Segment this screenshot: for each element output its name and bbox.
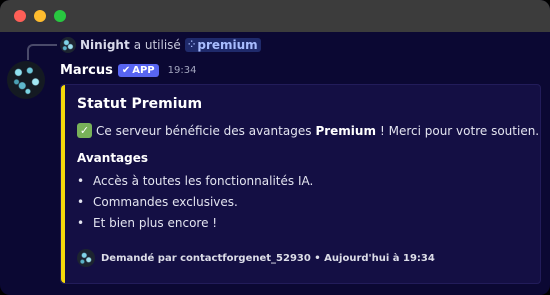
footer-text: Demandé par contactforgenet_52930 • Aujo… — [101, 252, 435, 264]
field-name: Avantages — [77, 151, 149, 165]
verified-check-icon: ✔ — [121, 64, 131, 76]
embed-footer: Demandé par contactforgenet_52930 • Aujo… — [77, 249, 435, 267]
author-avatar[interactable] — [7, 61, 45, 99]
embed-card: Statut Premium ✓ Ce serveur bénéficie de… — [60, 84, 541, 284]
description-prefix: Ce serveur bénéficie des avantages — [96, 123, 312, 138]
embed-description: ✓ Ce serveur bénéficie des avantages Pre… — [77, 123, 539, 138]
footer-avatar — [77, 249, 95, 267]
command-name: premium — [197, 38, 258, 52]
list-item: Et bien plus encore ! — [77, 213, 313, 234]
app-badge-label: APP — [132, 64, 155, 76]
slash-command-icon: ⁘ — [187, 40, 196, 50]
maximize-button[interactable] — [54, 10, 66, 22]
field-list: Accès à toutes les fonctionnalités IA. C… — [77, 171, 313, 234]
close-button[interactable] — [14, 10, 26, 22]
reply-connector — [27, 44, 57, 60]
description-suffix: ! Merci pour votre soutien. — [379, 123, 540, 138]
description-bold: Premium — [315, 123, 376, 138]
embed-title: Statut Premium — [77, 96, 203, 112]
message-header: Marcus ✔ APP 19:34 — [60, 62, 196, 78]
message-timestamp[interactable]: 19:34 — [168, 65, 197, 76]
minimize-button[interactable] — [34, 10, 46, 22]
embed-accent-bar — [61, 85, 65, 283]
command-mention[interactable]: ⁘ premium — [184, 38, 261, 52]
reply-action: a utilisé — [133, 38, 181, 52]
command-reply-context[interactable]: Ninight a utilisé ⁘ premium — [60, 37, 261, 53]
title-bar — [0, 0, 550, 32]
reply-avatar[interactable] — [60, 37, 76, 53]
reply-username[interactable]: Ninight — [80, 38, 130, 52]
app-window: Ninight a utilisé ⁘ premium Marcus ✔ APP… — [0, 0, 550, 295]
author-name[interactable]: Marcus — [60, 63, 113, 78]
app-badge: ✔ APP — [117, 63, 159, 77]
check-mark-icon: ✓ — [77, 123, 92, 138]
list-item: Commandes exclusives. — [77, 192, 313, 213]
list-item: Accès à toutes les fonctionnalités IA. — [77, 171, 313, 192]
